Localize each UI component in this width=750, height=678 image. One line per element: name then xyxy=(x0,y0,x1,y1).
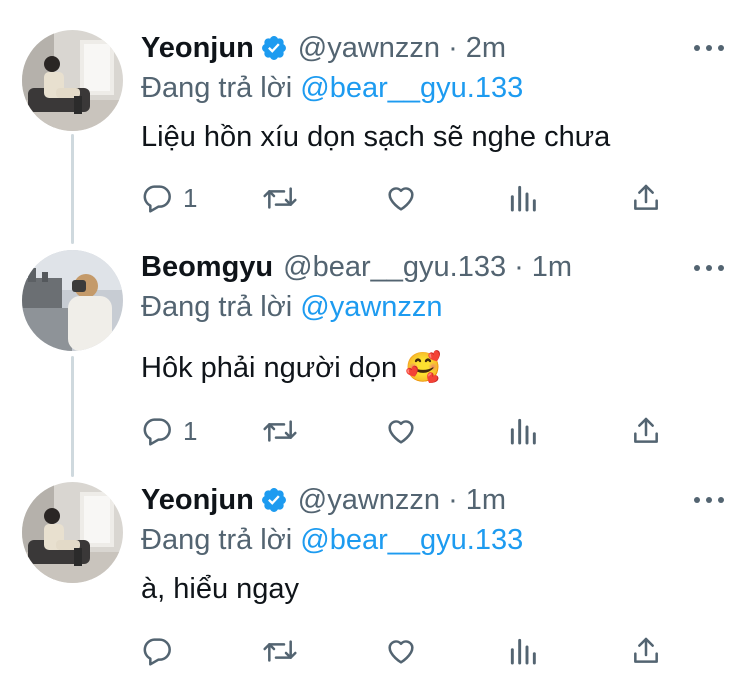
reply-icon xyxy=(143,638,171,666)
tweet-header: Yeonjun @yawnzzn · 1m xyxy=(141,482,506,518)
reply-button[interactable]: 1 xyxy=(141,414,197,448)
share-button[interactable] xyxy=(630,414,662,448)
like-button[interactable] xyxy=(385,181,417,215)
more-icon[interactable] xyxy=(694,42,724,54)
retweet-icon xyxy=(263,187,297,209)
views-icon xyxy=(510,638,536,665)
display-name[interactable]: Beomgyu xyxy=(141,249,273,285)
action-bar xyxy=(141,634,681,668)
retweet-icon xyxy=(263,420,297,442)
action-bar: 1 xyxy=(141,414,681,448)
share-icon xyxy=(634,417,658,443)
tweet-text: à, hiểu ngay xyxy=(141,573,300,605)
display-name[interactable]: Yeonjun xyxy=(141,30,254,66)
verified-badge-icon xyxy=(261,488,286,512)
action-bar: 1 xyxy=(141,181,681,215)
separator-dot: · xyxy=(514,251,524,283)
reply-icon xyxy=(143,418,171,446)
mention-link[interactable]: @yawnzzn xyxy=(300,291,442,323)
avatar-image-yeonjun xyxy=(22,482,123,583)
replying-to-label: Đang trả lời xyxy=(141,291,293,323)
timestamp[interactable]: 2m xyxy=(466,30,506,66)
replying-to-label: Đang trả lời xyxy=(141,524,293,556)
tweet-text: Hôk phải người dọn 🥰 xyxy=(141,352,442,384)
mention-link[interactable]: @bear__gyu.133 xyxy=(300,524,523,556)
user-handle[interactable]: @bear__gyu.133 xyxy=(283,249,506,285)
tweet-header: Yeonjun @yawnzzn · 2m xyxy=(141,30,506,66)
like-button[interactable] xyxy=(385,634,417,668)
more-icon[interactable] xyxy=(694,262,724,274)
timestamp[interactable]: 1m xyxy=(532,249,572,285)
avatar-image-yeonjun xyxy=(22,30,123,131)
views-icon xyxy=(510,185,536,212)
replying-to: Đang trả lời @yawnzzn xyxy=(141,289,443,325)
separator-dot: · xyxy=(448,484,458,516)
user-handle[interactable]: @yawnzzn xyxy=(298,30,440,66)
share-button[interactable] xyxy=(630,634,662,668)
replying-to: Đang trả lời @bear__gyu.133 xyxy=(141,522,523,558)
reply-count: 1 xyxy=(183,415,198,446)
replying-to-label: Đang trả lời xyxy=(141,72,293,104)
views-icon xyxy=(510,418,536,445)
retweet-button[interactable] xyxy=(261,181,299,215)
like-icon xyxy=(388,420,414,444)
avatar[interactable] xyxy=(22,30,123,131)
like-icon xyxy=(388,640,414,664)
tweet-header: Beomgyu @bear__gyu.133 · 1m xyxy=(141,249,572,285)
share-button[interactable] xyxy=(630,181,662,215)
views-button[interactable] xyxy=(508,181,538,215)
avatar[interactable] xyxy=(22,482,123,583)
reply-icon xyxy=(143,185,171,213)
share-icon xyxy=(634,637,658,663)
tweet-text: Liệu hồn xíu dọn sạch sẽ nghe chưa xyxy=(141,121,611,153)
more-icon[interactable] xyxy=(694,494,724,506)
reply-button[interactable] xyxy=(141,634,173,668)
retweet-button[interactable] xyxy=(261,634,299,668)
views-button[interactable] xyxy=(508,634,538,668)
like-button[interactable] xyxy=(385,414,417,448)
like-icon xyxy=(388,187,414,211)
thread-line xyxy=(71,134,74,244)
separator-dot: · xyxy=(448,32,458,64)
reply-button[interactable]: 1 xyxy=(141,181,197,215)
thread-line xyxy=(71,356,74,477)
retweet-icon xyxy=(263,640,297,662)
user-handle[interactable]: @yawnzzn xyxy=(298,482,440,518)
mention-link[interactable]: @bear__gyu.133 xyxy=(300,72,523,104)
display-name[interactable]: Yeonjun xyxy=(141,482,254,518)
replying-to: Đang trả lời @bear__gyu.133 xyxy=(141,70,523,106)
retweet-button[interactable] xyxy=(261,414,299,448)
reply-count: 1 xyxy=(183,182,198,213)
share-icon xyxy=(634,184,658,210)
views-button[interactable] xyxy=(508,414,538,448)
avatar[interactable] xyxy=(22,250,123,351)
verified-badge-icon xyxy=(261,36,286,60)
timestamp[interactable]: 1m xyxy=(466,482,506,518)
avatar-image-beomgyu xyxy=(22,250,123,351)
